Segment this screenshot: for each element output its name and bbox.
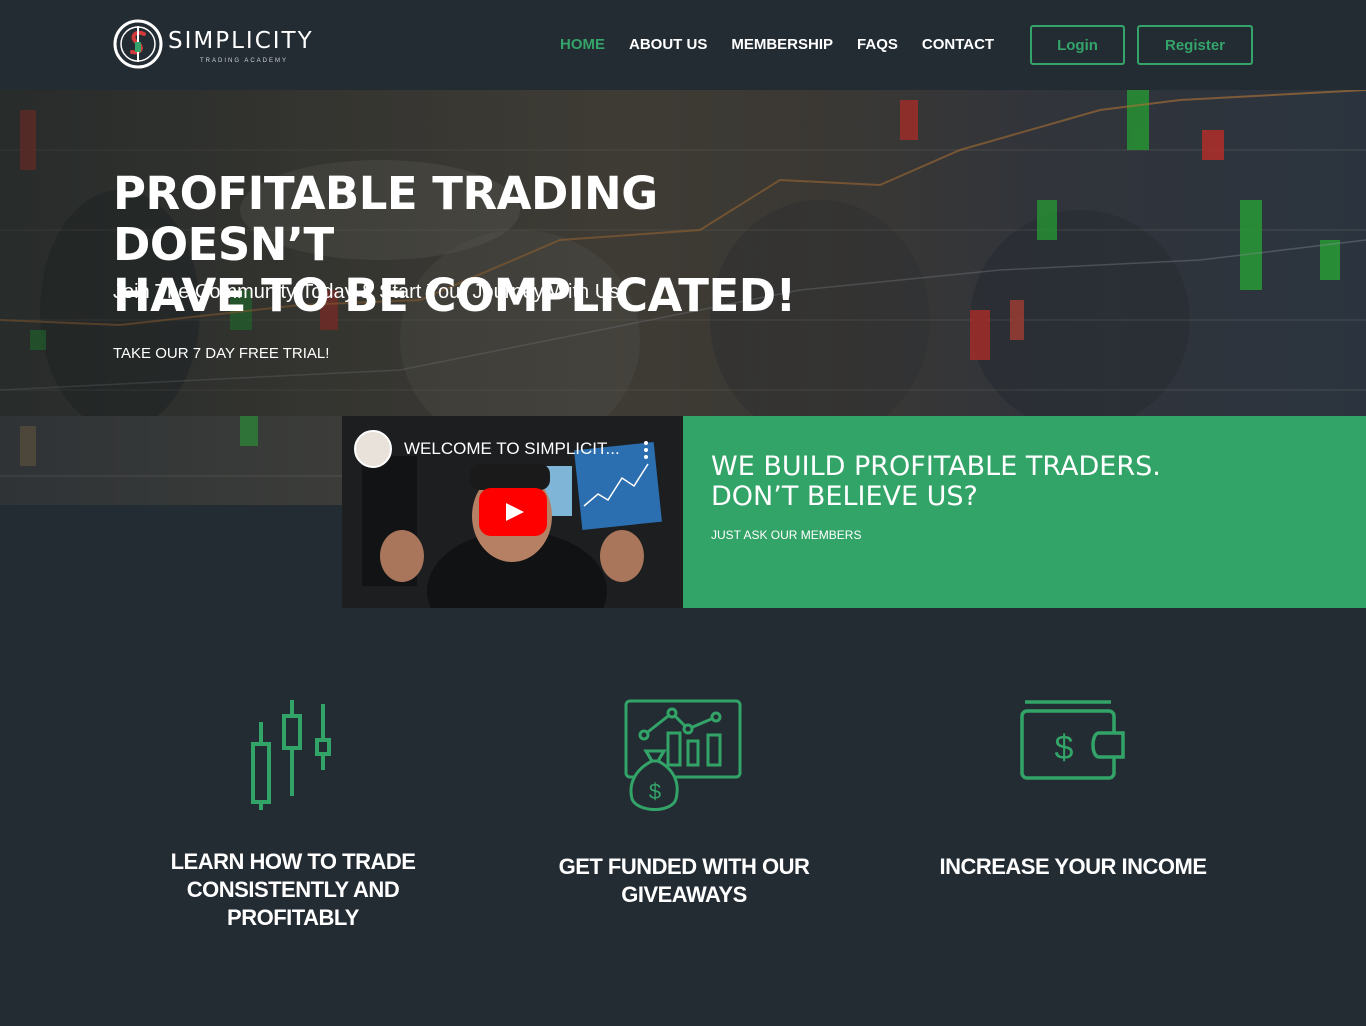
promo-title: WE BUILD PROFITABLE TRADERS. DON’T BELIE… — [711, 452, 1161, 512]
svg-text:$: $ — [649, 779, 661, 804]
nav-membership[interactable]: MEMBERSHIP — [731, 36, 833, 53]
more-options-icon[interactable] — [644, 441, 648, 459]
login-button[interactable]: Login — [1030, 25, 1125, 65]
youtube-video[interactable]: WELCOME TO SIMPLICIT... — [342, 416, 683, 608]
hero-background-extension — [0, 416, 342, 505]
hero-subtitle: Join The Community Today & Start Your Jo… — [113, 281, 625, 303]
wallet-icon: $ — [1020, 700, 1125, 780]
candlestick-icon — [251, 700, 331, 810]
money-bag-chart-icon: $ — [624, 699, 742, 811]
logo-tagline: TRADING ACADEMY — [200, 58, 289, 64]
video-title[interactable]: WELCOME TO SIMPLICIT... — [404, 439, 620, 459]
promo-title-line1: WE BUILD PROFITABLE TRADERS. — [711, 451, 1161, 482]
hero-section: PROFITABLE TRADING DOESN’T HAVE TO BE CO… — [0, 90, 1366, 416]
promo-title-line2: DON’T BELIEVE US? — [711, 481, 978, 512]
svg-text:$: $ — [1055, 729, 1074, 767]
nav-faqs[interactable]: FAQS — [857, 36, 898, 53]
channel-avatar[interactable] — [354, 430, 392, 468]
logo-mark-icon — [113, 19, 163, 69]
register-button[interactable]: Register — [1137, 25, 1253, 65]
logo-wordmark: SIMPLICITY — [168, 28, 314, 54]
nav-about-us[interactable]: ABOUT US — [629, 36, 707, 53]
promo-subtitle: JUST ASK OUR MEMBERS — [711, 528, 862, 542]
hero-title-line1: PROFITABLE TRADING DOESN’T — [113, 167, 658, 271]
free-trial-link[interactable]: TAKE OUR 7 DAY FREE TRIAL! — [113, 345, 329, 362]
feature-label-funded: GET FUNDED WITH OUR GIVEAWAYS — [558, 854, 810, 907]
nav-home[interactable]: HOME — [560, 36, 605, 53]
feature-label-learn: LEARN HOW TO TRADE CONSISTENTLY AND PROF… — [170, 849, 416, 930]
site-header: SIMPLICITY TRADING ACADEMY HOME ABOUT US… — [0, 0, 1366, 90]
nav-contact[interactable]: CONTACT — [922, 36, 994, 53]
feature-label-income: INCREASE YOUR INCOME — [939, 854, 1207, 879]
youtube-play-icon[interactable] — [479, 488, 547, 536]
logo[interactable]: SIMPLICITY TRADING ACADEMY — [112, 18, 322, 72]
main-nav: HOME ABOUT US MEMBERSHIP FAQS CONTACT — [560, 36, 994, 53]
promo-panel: WE BUILD PROFITABLE TRADERS. DON’T BELIE… — [683, 416, 1366, 608]
